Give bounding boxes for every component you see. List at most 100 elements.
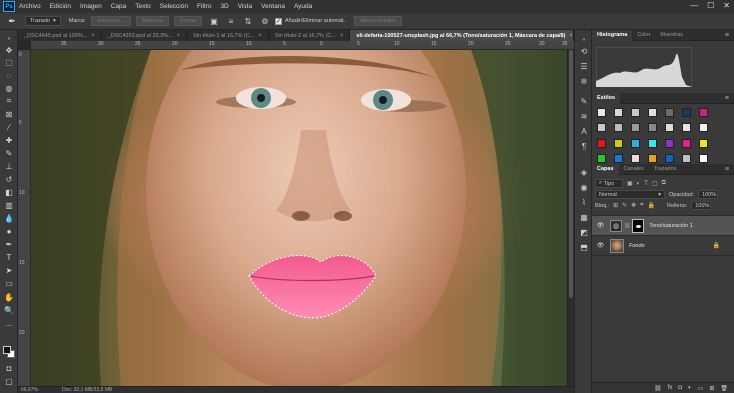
menu-edicion[interactable]: Edición <box>50 3 71 10</box>
close-icon[interactable]: ✕ <box>723 1 730 10</box>
properties-panel-icon[interactable]: ☰ <box>578 61 590 72</box>
new-adjustment-icon[interactable]: ◐ <box>688 385 692 391</box>
eraser-tool-icon[interactable]: ◧ <box>3 187 15 197</box>
style-swatch[interactable] <box>614 123 623 133</box>
pen-tool-icon[interactable]: ✒ <box>3 239 15 249</box>
tab-sin-titulo-1[interactable]: Sin título-1 al 16,7% (C... × <box>187 30 269 41</box>
screen-mode-icon[interactable]: ▢ <box>3 376 15 386</box>
close-icon[interactable]: × <box>91 33 95 39</box>
lock-artboard-icon[interactable]: ⌗ <box>640 202 643 209</box>
rectangle-tool-icon[interactable]: ▭ <box>3 278 15 288</box>
style-swatch[interactable] <box>682 138 691 148</box>
blend-mode-select[interactable]: Normal ▾ <box>595 190 665 199</box>
more-tools-icon[interactable]: ··· <box>3 320 15 330</box>
pen-tool-preset-icon[interactable]: ✒ <box>5 15 19 27</box>
gradient-tool-icon[interactable]: ▥ <box>3 200 15 210</box>
tab-canales[interactable]: Canales <box>619 164 649 175</box>
style-swatch[interactable] <box>699 123 708 133</box>
layers-panel-icon[interactable]: ◈ <box>578 167 590 178</box>
clone-stamp-tool-icon[interactable]: ⊥ <box>3 161 15 171</box>
collapse-icon[interactable]: » <box>3 34 15 44</box>
tab-color[interactable]: Color <box>632 30 655 41</box>
eye-icon[interactable]: 👁 <box>595 242 606 249</box>
move-tool-icon[interactable]: ✥ <box>3 45 15 55</box>
crop-tool-icon[interactable]: ⌗ <box>3 96 15 106</box>
paths-panel-icon[interactable]: ✎ <box>578 96 590 107</box>
style-swatch[interactable] <box>682 153 691 163</box>
new-layer-icon[interactable]: ⊞ <box>709 385 714 392</box>
layer-row-adjustment[interactable]: 👁 ◍ ⛓ Tono/saturación 1 <box>592 216 734 236</box>
lock-image-icon[interactable]: ✎ <box>622 202 627 209</box>
healing-brush-tool-icon[interactable]: ✚ <box>3 135 15 145</box>
menu-vista[interactable]: Vista <box>238 3 252 10</box>
document-canvas[interactable] <box>31 50 567 386</box>
style-swatch[interactable] <box>614 108 623 117</box>
close-icon[interactable]: × <box>340 33 344 39</box>
layer-mask-thumbnail[interactable] <box>632 218 645 233</box>
filter-smart-icon[interactable]: ⧉ <box>662 180 666 187</box>
style-swatch[interactable] <box>614 138 623 148</box>
style-swatch[interactable] <box>699 138 708 148</box>
eyedropper-tool-icon[interactable]: ⁄ <box>3 122 15 132</box>
gradients-icon[interactable]: ◩ <box>578 227 590 238</box>
scroll-thumb[interactable] <box>569 50 573 298</box>
lock-position-icon[interactable]: ✥ <box>631 202 636 209</box>
close-icon[interactable]: × <box>258 33 262 39</box>
menu-ventana[interactable]: Ventana <box>261 3 285 10</box>
menu-seleccion[interactable]: Selección <box>160 3 188 10</box>
link-icon[interactable]: ⛓ <box>624 223 630 229</box>
style-swatch[interactable] <box>648 123 657 133</box>
blur-tool-icon[interactable]: 💧 <box>3 213 15 223</box>
style-swatch[interactable] <box>631 153 640 163</box>
style-swatch[interactable] <box>648 138 657 148</box>
menu-archivo[interactable]: Archivo <box>19 3 41 10</box>
path-operations-icon[interactable]: ▣ <box>209 16 219 26</box>
style-swatch[interactable] <box>631 123 640 133</box>
tab-histograma[interactable]: Histograma <box>592 29 633 41</box>
style-swatch[interactable] <box>699 108 708 117</box>
style-swatch[interactable] <box>665 153 674 163</box>
style-swatch[interactable] <box>597 138 606 148</box>
menu-ayuda[interactable]: Ayuda <box>294 3 312 10</box>
auto-add-delete-checkbox[interactable]: ✓ <box>274 17 282 25</box>
menu-filtro[interactable]: Filtro <box>197 3 211 10</box>
add-style-icon[interactable]: fx <box>668 385 673 391</box>
pen-mode-select[interactable]: Trazado ▾ <box>25 16 61 26</box>
style-swatch[interactable] <box>699 153 708 163</box>
style-swatch[interactable] <box>665 108 674 117</box>
panel-menu-icon[interactable]: ≡ <box>725 164 729 175</box>
menu-imagen[interactable]: Imagen <box>80 3 102 10</box>
trash-icon[interactable]: 🗑 <box>720 385 728 392</box>
quick-mask-icon[interactable]: ◘ <box>3 363 15 373</box>
libraries-icon[interactable]: ▦ <box>578 212 590 223</box>
layer-row-background[interactable]: 👁 Fondo 🔒 <box>592 236 734 256</box>
style-swatch[interactable] <box>665 123 674 133</box>
channels-panel-icon[interactable]: ◉ <box>578 182 590 193</box>
quick-selection-tool-icon[interactable]: ◍ <box>3 83 15 93</box>
lock-all-icon[interactable]: 🔒 <box>648 202 655 209</box>
lock-icon[interactable]: 🔒 <box>713 242 720 249</box>
close-icon[interactable]: × <box>569 33 573 39</box>
expand-panels-icon[interactable]: « <box>578 34 590 45</box>
link-layers-icon[interactable]: ⛓ <box>654 385 662 392</box>
align-edges-button[interactable]: Alinear bordes <box>354 16 402 26</box>
brush-settings-icon[interactable]: ≋ <box>578 111 590 122</box>
style-swatch[interactable] <box>614 153 623 163</box>
paragraph-panel-icon[interactable]: ¶ <box>578 141 590 152</box>
menu-capa[interactable]: Capa <box>111 3 127 10</box>
filter-pixel-icon[interactable]: ▣ <box>627 180 633 187</box>
mask-button[interactable]: Máscara <box>136 16 170 26</box>
paths-icon[interactable]: ⌇ <box>578 197 590 208</box>
selection-button[interactable]: Selección... <box>90 16 131 26</box>
shape-button[interactable]: Forma <box>174 16 202 26</box>
new-group-icon[interactable]: ▭ <box>698 385 704 392</box>
tab-dsc4645[interactable]: _DSC4645.psd al 100%... × <box>18 30 102 41</box>
layer-filter-kind-select[interactable]: ⌕ Tipo <box>595 179 623 188</box>
character-panel-icon[interactable]: A <box>578 126 590 137</box>
style-swatch[interactable] <box>597 108 606 117</box>
menu-texto[interactable]: Texto <box>135 3 151 10</box>
filter-shape-icon[interactable]: ▢ <box>652 180 658 187</box>
fill-input[interactable]: 100% <box>691 201 712 210</box>
hand-tool-icon[interactable]: ✋ <box>3 292 15 302</box>
canvas-vertical-scrollbar[interactable] <box>567 50 574 386</box>
